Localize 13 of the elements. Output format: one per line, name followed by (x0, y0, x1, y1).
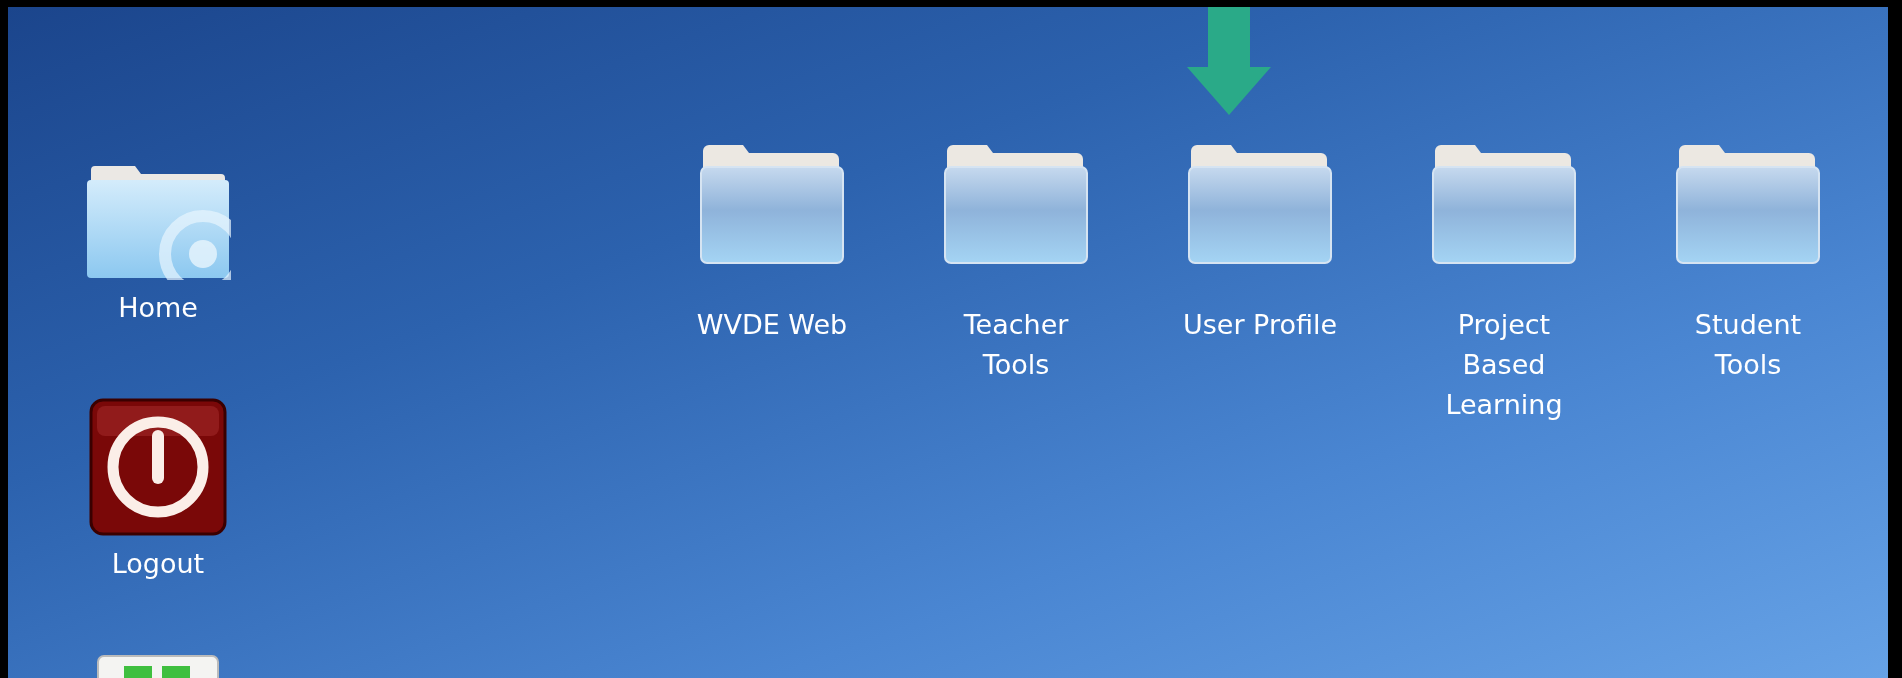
power-icon (89, 398, 227, 536)
folder-shortcut[interactable]: WVDE Web (692, 139, 852, 349)
folder-icon (943, 143, 1089, 265)
folder-shortcut[interactable]: Teacher Tools (939, 139, 1093, 389)
folder-icon (1431, 143, 1577, 265)
desktop-shortcut[interactable]: Logout (85, 394, 231, 588)
folder-shortcut[interactable]: Student Tools (1671, 139, 1825, 389)
folder-shortcut[interactable]: Project Based Learning (1427, 139, 1581, 429)
folder-icon (1187, 143, 1333, 265)
folder-shortcut[interactable]: User Profile (1178, 139, 1342, 349)
desktop-shortcut[interactable]: Home (81, 158, 235, 332)
folder-icon (699, 143, 845, 265)
folder-icon (1675, 143, 1821, 265)
